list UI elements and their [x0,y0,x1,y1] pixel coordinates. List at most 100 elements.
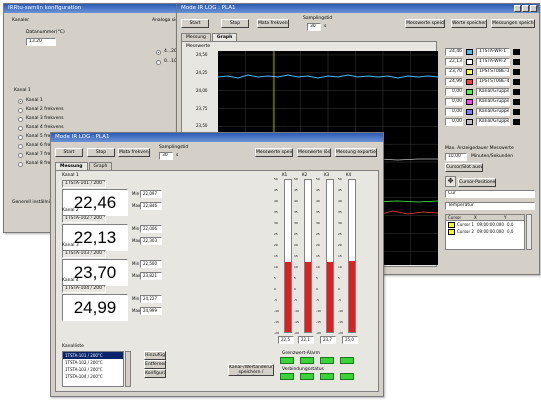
select-cursor-button[interactable]: Cursor/Slot auswählen [445,163,483,172]
export-button[interactable]: Messung exportieren [335,148,377,157]
legend-swatch[interactable] [466,69,473,75]
tube-tick: 15 [274,254,278,258]
legend-color-icon[interactable] [513,79,520,85]
list-item[interactable]: 1TSTA-101 / 200°C [63,352,123,359]
tube-label: K2 [302,172,308,177]
opt-v[interactable] [156,60,161,65]
thermometer-fill [327,262,333,332]
list-item[interactable]: 1TSTA-102 / 200°C [63,359,123,366]
start-button[interactable]: Start [55,148,83,157]
tab-graph[interactable]: Graph [211,33,238,41]
legend-value: 0,00 [445,88,463,96]
cursor-table-scrollbar[interactable] [526,214,532,250]
tube-tick: 20 [274,243,278,247]
thermometer-fill [285,262,291,332]
tube-tick: 15 [294,254,298,258]
rate-button[interactable]: Mata frekvens [118,148,150,157]
graph-stop-button[interactable]: Stop [221,19,249,28]
tube-tick: 15 [338,254,342,258]
config-channel-button[interactable]: Konfiguration [144,369,166,378]
period-input[interactable]: 10.00 [445,153,467,161]
table-row[interactable]: Cursor 1 09:00:00.000 0,0 [446,221,524,228]
maximize-icon[interactable] [522,5,529,12]
legend-swatch[interactable] [466,79,473,85]
tab-messung[interactable]: Messung [181,33,211,41]
tube-tick: -15 [316,320,321,324]
minimize-icon[interactable] [514,5,521,12]
channel-title: Kanal 3 [62,243,79,248]
graph-rate-button[interactable]: Mata frekvens [257,19,289,28]
graph-start-button[interactable]: Start [181,19,209,28]
cursor-combo[interactable]: Cur [445,190,535,198]
legend-color-icon[interactable] [513,49,520,55]
alarm-led-label: Grenzwert-Alarm [282,351,321,356]
alarm-led-4 [340,357,354,364]
delete-values-button[interactable]: Messwerte löschen [297,148,331,157]
legend-swatch[interactable] [466,109,473,115]
radio-5[interactable] [18,135,23,140]
legend-color-icon[interactable] [513,119,520,125]
unit-combo[interactable]: Temperatur [445,202,535,210]
legend-swatch[interactable] [466,99,473,105]
cursor-position-button[interactable]: Cursor-Positionen [458,178,496,187]
tube-tick: -20 [274,331,279,335]
legend-color-icon[interactable] [513,69,520,75]
add-channel-button[interactable]: Hinzufügen [144,351,166,360]
table-row[interactable]: Cursor 2 09:00:00.000 0,0 [446,228,524,235]
save-measurements-button[interactable]: Messungen speichern [491,19,535,28]
legend-color-icon[interactable] [513,89,520,95]
tube-tick: 20 [338,243,342,247]
config-window-title: IRRtu-samlin konfiguration [8,5,82,11]
channel-title: Kanal 1 [62,173,79,178]
opt-ma[interactable] [156,50,161,55]
channel-min-label: Min [132,296,140,301]
save-values-button[interactable]: Werte speichern [451,19,487,28]
legend-swatch[interactable] [466,119,473,125]
radio-7[interactable] [18,153,23,158]
tube-tick: 30 [316,221,320,225]
tube-value: 25,0 [342,336,358,344]
cursor-color-swatch [448,221,455,228]
apply-changes-button[interactable]: Kanal-/Wertänderungen speichern / überne… [228,364,274,376]
radio-4[interactable] [18,126,23,131]
legend-swatch[interactable] [466,49,473,55]
legend-color-icon[interactable] [513,109,520,115]
channel-list[interactable]: 1TSTA-101 / 200°C 1TSTA-102 / 200°C 1TST… [62,351,124,387]
cursor-x: 09:00:00.000 [477,229,504,234]
close-icon[interactable] [530,5,537,12]
legend-color-icon[interactable] [513,59,520,65]
cursor-color-swatch [448,228,455,235]
list-item[interactable]: 1TSTA-104 / 200°C [63,373,123,380]
interval-input[interactable]: 30 [159,152,173,160]
tube-tick: -15 [294,320,299,324]
channel-max: 23,821 [140,272,162,280]
status-led-4 [340,373,354,380]
remove-channel-button[interactable]: Entfernen [144,360,166,369]
th-y: Y [504,215,507,220]
channels-label: Kanaler [12,18,30,23]
legend-swatch[interactable] [466,59,473,65]
save-measure-button[interactable]: Messwerte speichern [405,19,445,28]
radio-6[interactable] [18,144,23,149]
legend-swatch[interactable] [466,89,473,95]
channel-sensor: 1TSTA-102 / 200 °C [62,215,106,223]
radio-8[interactable] [18,162,23,167]
data-number-field[interactable]: 13.20 [26,38,56,46]
graph-interval-input[interactable]: 30 [307,23,321,31]
stop-button[interactable]: Stop [87,148,115,157]
save-values-button[interactable]: Messwerte speichern [255,148,293,157]
channel-list-scrollbar[interactable] [125,351,131,387]
tube-tick: 50 [274,177,278,181]
cursor-tool-icon[interactable]: ✥ [445,176,456,187]
tube-tick: 0 [294,287,296,291]
radio-1[interactable] [18,99,23,104]
list-item[interactable]: 1TSTA-103 / 200°C [63,366,123,373]
status-led-2 [300,373,314,380]
tube-tick: 0 [338,287,340,291]
legend-color-icon[interactable] [513,99,520,105]
tab-messung[interactable]: Messung [55,162,88,170]
radio-2[interactable] [18,108,23,113]
radio-3[interactable] [18,117,23,122]
tab-graph[interactable]: Graph [88,162,113,170]
tube-tick: 50 [316,177,320,181]
